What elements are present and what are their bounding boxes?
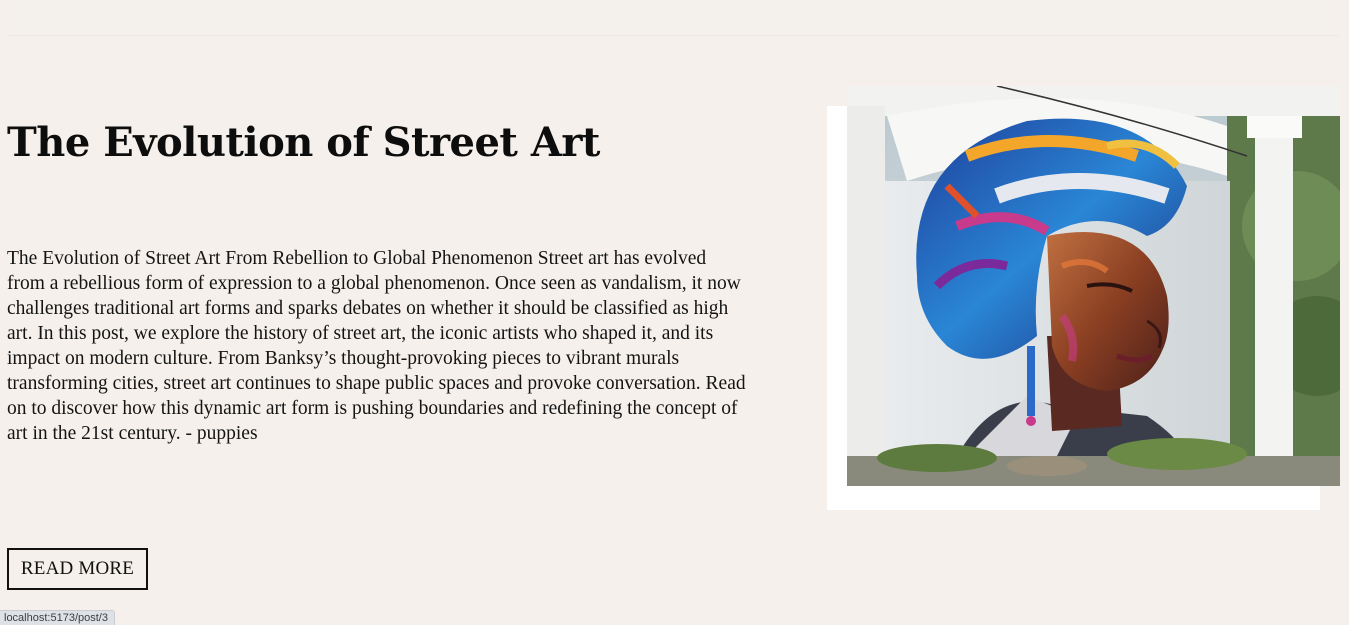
status-bar-url: localhost:5173/post/3 xyxy=(0,610,115,625)
post-excerpt: The Evolution of Street Art From Rebelli… xyxy=(7,248,746,444)
post-title: The Evolution of Street Art xyxy=(7,119,600,166)
read-more-button[interactable]: READ MORE xyxy=(7,548,148,590)
post-image[interactable] xyxy=(847,86,1340,486)
top-header-bar xyxy=(7,0,1339,36)
